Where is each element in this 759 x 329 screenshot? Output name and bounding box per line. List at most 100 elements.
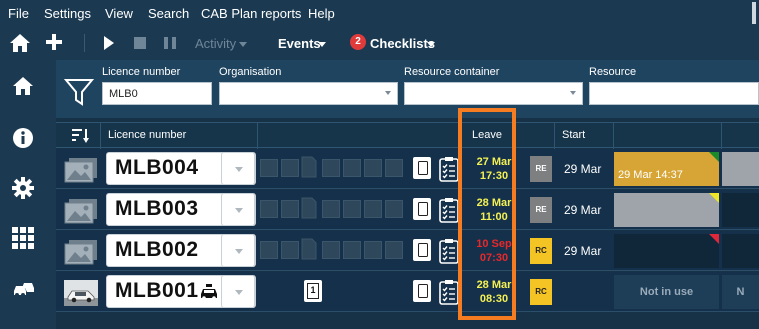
gear-icon[interactable] <box>12 177 34 199</box>
timeline-bar[interactable] <box>722 193 759 227</box>
resource-badge: RC <box>530 279 552 305</box>
status-slot <box>364 200 382 218</box>
menu-cab-plan-reports[interactable]: CAB Plan reports <box>201 6 301 21</box>
phone-icon[interactable] <box>413 280 431 302</box>
licence-plate-text: MLB004 <box>115 156 199 179</box>
status-slot <box>364 241 382 259</box>
document-count-icon[interactable]: 1 <box>304 280 322 302</box>
vehicle-image-placeholder-icon <box>64 157 98 183</box>
timeline-label: 29 Mar 14:37 <box>618 169 683 181</box>
add-icon[interactable] <box>45 33 63 51</box>
cars-icon[interactable] <box>12 279 36 299</box>
licence-plate-text: MLB001 <box>115 279 199 302</box>
nav-home-icon[interactable] <box>12 76 34 96</box>
table-row[interactable]: MLB004 27 Mar 17:30 RE 29 Mar 29 Mar 14:3… <box>56 149 759 189</box>
status-slot <box>322 200 340 218</box>
table-row[interactable]: MLB002 10 Sep 07:30 RC 29 Mar <box>56 231 759 271</box>
checklist-icon[interactable] <box>439 197 459 223</box>
filter-funnel-icon[interactable] <box>64 78 94 106</box>
header-divider <box>613 123 614 149</box>
resource-badge: RE <box>530 197 552 223</box>
licence-dropdown-button[interactable] <box>221 193 255 226</box>
timeline-bar[interactable] <box>614 234 719 268</box>
pause-icon <box>164 37 176 49</box>
licence-filter-label: Licence number <box>102 66 181 78</box>
activity-menu: Activity <box>195 36 237 51</box>
phone-icon[interactable] <box>413 157 431 179</box>
info-icon[interactable] <box>12 127 34 149</box>
table-row[interactable]: MLB003 28 Mar 11:00 RE 29 Mar <box>56 190 759 230</box>
header-start[interactable]: Start <box>562 129 585 141</box>
window-scroll-edge <box>752 2 756 24</box>
checklists-menu[interactable]: Checklists <box>370 36 435 51</box>
status-slot <box>260 159 278 177</box>
left-nav <box>0 60 48 329</box>
licence-dropdown-button[interactable] <box>221 234 255 267</box>
header-licence-number[interactable]: Licence number <box>108 129 186 141</box>
menu-settings[interactable]: Settings <box>44 6 91 21</box>
header-divider <box>721 123 722 149</box>
leave-column-highlight <box>458 108 516 320</box>
vehicle-image-placeholder-icon <box>64 198 98 224</box>
resource-filter-input[interactable] <box>589 82 759 105</box>
menu-search[interactable]: Search <box>148 6 189 21</box>
menu-help[interactable]: Help <box>308 6 335 21</box>
events-caret-icon[interactable] <box>318 42 326 47</box>
timeline-bar[interactable]: 29 Mar 14:37 <box>614 152 719 186</box>
header-divider <box>100 123 101 149</box>
licence-plate-text: MLB003 <box>115 197 199 220</box>
timeline-bar[interactable] <box>722 234 759 268</box>
home-icon[interactable] <box>9 33 31 53</box>
menu-view[interactable]: View <box>105 6 133 21</box>
status-slot <box>385 241 403 259</box>
document-icon <box>301 197 317 219</box>
checklist-icon[interactable] <box>439 279 459 305</box>
document-icon <box>301 238 317 260</box>
activity-caret-icon <box>239 42 247 47</box>
licence-dropdown-button[interactable] <box>221 152 255 185</box>
status-slot <box>281 200 299 218</box>
document-count: 1 <box>307 283 319 299</box>
menu-file[interactable]: File <box>8 6 29 21</box>
resource-badge: RE <box>530 156 552 182</box>
resource-container-filter-select[interactable] <box>404 82 583 105</box>
resource-container-filter-label: Resource container <box>404 66 500 78</box>
timeline-bar[interactable] <box>614 193 719 227</box>
resource-badge: RC <box>530 238 552 264</box>
table-row[interactable]: MLB001 1 28 Mar 08:30 RC Not in use N <box>56 272 759 312</box>
document-icon <box>301 156 317 178</box>
status-slot <box>322 241 340 259</box>
status-slot <box>343 241 361 259</box>
status-slot <box>281 159 299 177</box>
stop-icon <box>134 37 146 49</box>
grid-icon[interactable] <box>12 227 34 249</box>
organisation-filter-label: Organisation <box>219 66 282 78</box>
table-header: Licence number Leave Start <box>56 122 759 149</box>
resource-container-dropdown-icon <box>570 91 576 95</box>
phone-icon[interactable] <box>413 198 431 220</box>
licence-dropdown-button[interactable] <box>221 275 255 308</box>
checklist-icon[interactable] <box>439 156 459 182</box>
checklists-count-badge: 2 <box>350 34 366 50</box>
events-menu[interactable]: Events <box>278 36 321 51</box>
timeline-bar[interactable] <box>722 152 759 186</box>
organisation-dropdown-icon <box>385 91 391 95</box>
vehicle-photo <box>64 280 98 306</box>
checklists-caret-icon[interactable] <box>427 42 435 47</box>
start-date: 29 Mar <box>564 162 602 176</box>
status-slot <box>364 159 382 177</box>
licence-filter-input[interactable]: MLB0 <box>102 82 212 105</box>
sort-icon[interactable] <box>72 128 90 144</box>
play-icon[interactable] <box>104 36 114 50</box>
resource-filter-label: Resource <box>589 66 637 78</box>
organisation-filter-select[interactable] <box>219 82 398 105</box>
checklist-icon[interactable] <box>439 238 459 264</box>
status-slot <box>322 159 340 177</box>
filter-bar: Licence number MLB0 Organisation Resourc… <box>56 60 759 118</box>
status-slot <box>260 241 278 259</box>
status-slot <box>385 159 403 177</box>
not-in-use-cell-partial: N <box>722 275 759 309</box>
phone-icon[interactable] <box>413 239 431 261</box>
status-slot <box>281 241 299 259</box>
toolbar-divider <box>84 34 85 52</box>
